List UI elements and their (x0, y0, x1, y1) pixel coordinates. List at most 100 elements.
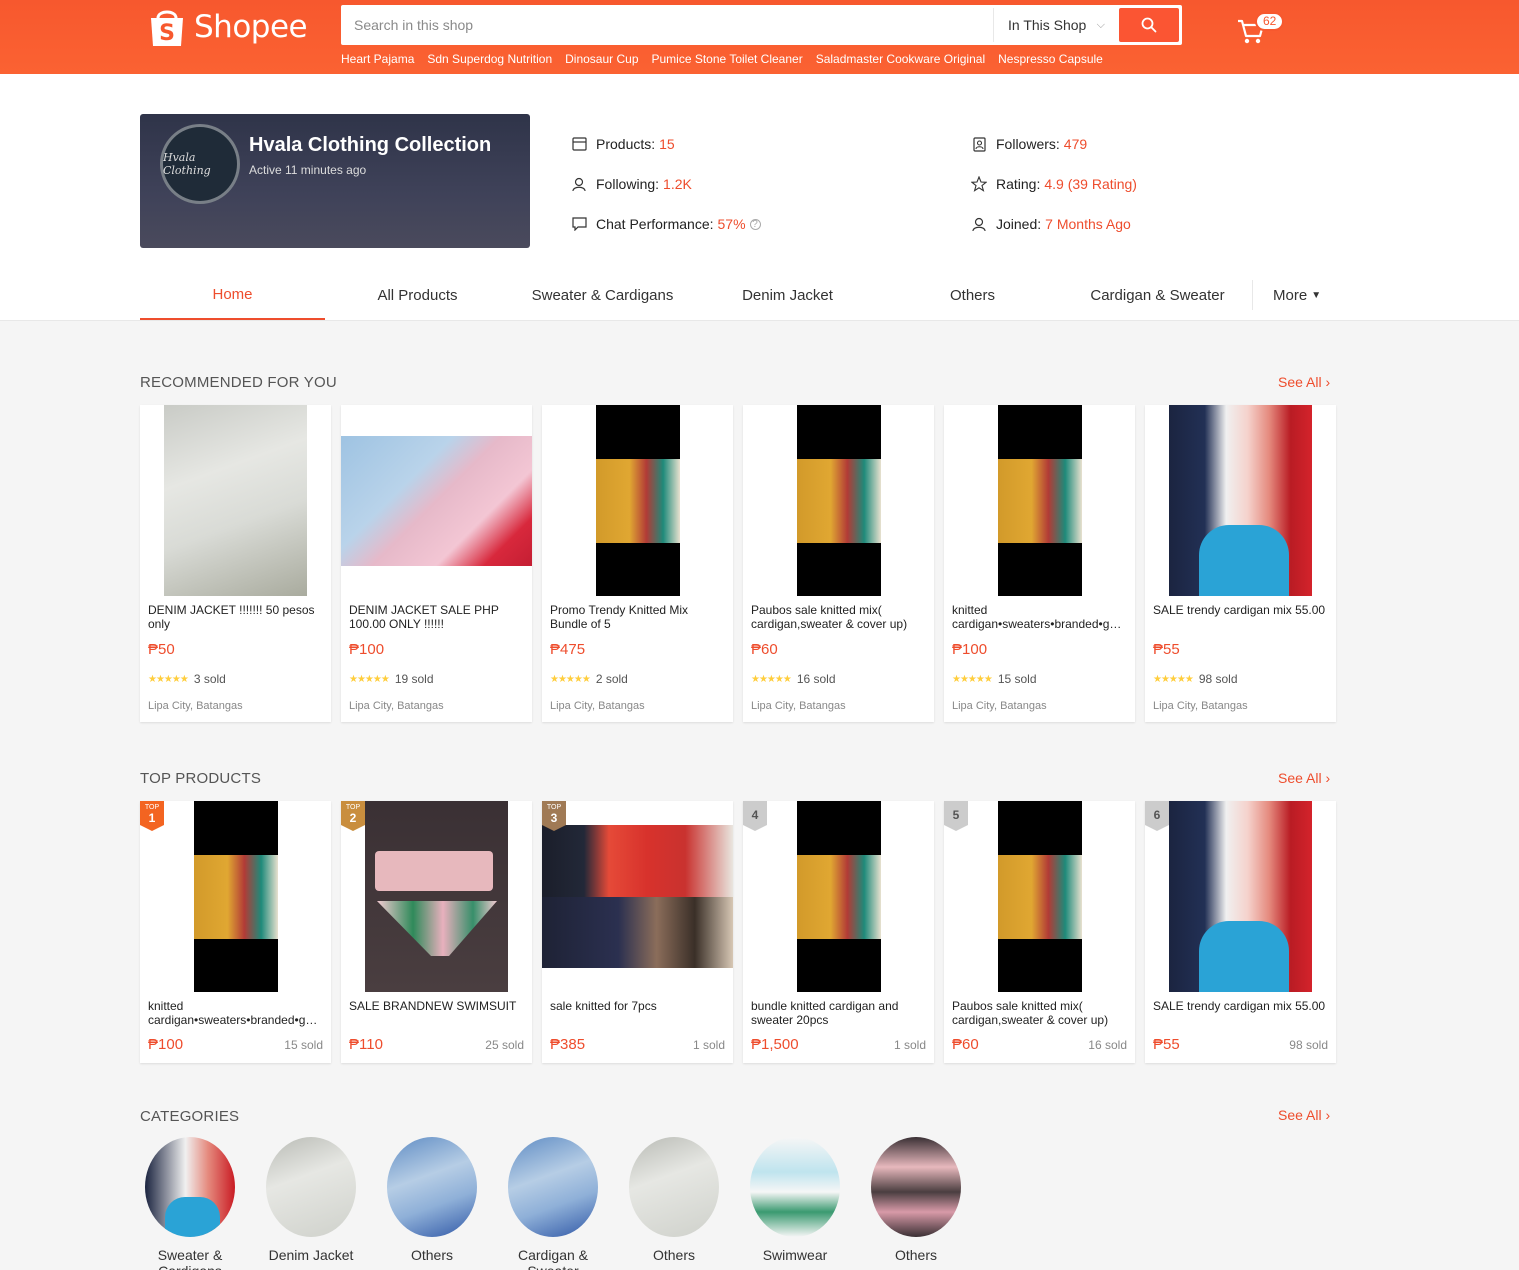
product-price: ₱100 (148, 1036, 184, 1053)
followers-count: 479 (1063, 136, 1088, 152)
followers-icon (970, 135, 988, 153)
product-sold: 98 sold (1289, 1038, 1328, 1052)
shop-banner-card[interactable]: Hvala Clothing Hvala Clothing Collection… (140, 114, 530, 248)
product-name: Promo Trendy Knitted Mix Bundle of 5 (550, 603, 689, 631)
product-card[interactable]: DENIM JACKET SALE PHP 100.00 ONLY !!!!!!… (341, 405, 532, 722)
top-product-card[interactable]: TOP 1 knitted cardigan•sweaters•branded•g… (140, 801, 331, 1063)
product-price: ₱110 (349, 1036, 383, 1053)
stat-following: Following: 1.2K (570, 175, 692, 193)
tab-sweater-cardigans[interactable]: Sweater & Cardigans (510, 270, 695, 320)
rating-value: 4.9 (39 Rating) (1044, 176, 1137, 192)
rating-stars-icon: ★★★★★ (952, 673, 993, 685)
product-card[interactable]: Paubos sale knitted mix( cardigan,sweate… (743, 405, 934, 722)
product-name: sale knitted for 7pcs (550, 999, 657, 1013)
joined-value: 7 Months Ago (1045, 216, 1131, 232)
keyword-link[interactable]: Saladmaster Cookware Original (816, 52, 985, 66)
category-item[interactable]: Others (629, 1137, 719, 1270)
product-rating: ★★★★★ 3 sold (140, 672, 331, 686)
tab-more-dropdown[interactable]: More ▼ (1252, 280, 1321, 310)
rating-stars-icon: ★★★★★ (349, 673, 390, 685)
product-image (743, 405, 934, 596)
search-bar: In This Shop ⌵ (341, 5, 1182, 45)
recommended-section-title: RECOMMENDED FOR YOU (140, 374, 337, 391)
product-card[interactable]: DENIM JACKET !!!!!!! 50 pesos only ₱50 ★… (140, 405, 331, 722)
product-location: Lipa City, Batangas (349, 700, 444, 712)
keyword-link[interactable]: Sdn Superdog Nutrition (427, 52, 552, 66)
top-product-card[interactable]: TOP 2 SALE BRANDNEW SWIMSUIT ₱110 25 sold (341, 801, 532, 1063)
store-icon (570, 135, 588, 153)
chat-icon (570, 215, 588, 233)
product-name: Paubos sale knitted mix( cardigan,sweate… (952, 999, 1109, 1027)
product-price: ₱100 (952, 641, 988, 658)
product-sold: 16 sold (1088, 1038, 1127, 1052)
product-name: Paubos sale knitted mix( cardigan,sweate… (751, 603, 908, 631)
category-item[interactable]: Denim Jacket (266, 1137, 356, 1270)
top-product-card[interactable]: TOP 3 sale knitted for 7pcs ₱385 1 sold (542, 801, 733, 1063)
category-label: Cardigan & Sweater (517, 1247, 589, 1270)
category-item[interactable]: Sweater & Cardigans (145, 1137, 235, 1270)
keyword-link[interactable]: Pumice Stone Toilet Cleaner (652, 52, 803, 66)
product-image (1145, 801, 1336, 992)
top-product-card[interactable]: 5 Paubos sale knitted mix( cardigan,swea… (944, 801, 1135, 1063)
top-product-card[interactable]: 6 SALE trendy cardigan mix 55.00 ₱55 98 s… (1145, 801, 1336, 1063)
product-name: knitted cardigan•sweaters•branded•good q… (952, 603, 1130, 631)
shop-info-panel: Hvala Clothing Hvala Clothing Collection… (0, 74, 1519, 321)
search-input[interactable] (344, 8, 993, 42)
recommended-see-all-link[interactable]: See All › (1278, 374, 1330, 390)
product-price: ₱385 (550, 1036, 586, 1053)
tab-home[interactable]: Home (140, 270, 325, 320)
tab-denim-jacket[interactable]: Denim Jacket (695, 270, 880, 320)
product-card[interactable]: SALE trendy cardigan mix 55.00 ₱55 ★★★★★… (1145, 405, 1336, 722)
rating-stars-icon: ★★★★★ (550, 673, 591, 685)
top-products-see-all-link[interactable]: See All › (1278, 770, 1330, 786)
help-icon[interactable]: ? (749, 218, 761, 230)
product-name: knitted cardigan•sweaters•branded•good q… (148, 999, 326, 1027)
search-scope-dropdown[interactable]: In This Shop ⌵ (993, 8, 1119, 42)
chat-performance-value: 57% (717, 216, 746, 232)
shopping-bag-icon: S (151, 10, 183, 46)
keyword-link[interactable]: Heart Pajama (341, 52, 414, 66)
product-image (944, 801, 1135, 992)
product-price: ₱55 (1153, 1036, 1180, 1053)
tab-all-products[interactable]: All Products (325, 270, 510, 320)
top-header: S Shopee In This Shop ⌵ Heart Pajama Sdn… (0, 0, 1519, 74)
category-item[interactable]: Others (871, 1137, 961, 1270)
stat-rating: Rating: 4.9 (39 Rating) (970, 175, 1137, 193)
tab-others[interactable]: Others (880, 270, 1065, 320)
product-location: Lipa City, Batangas (550, 700, 645, 712)
product-name: DENIM JACKET !!!!!!! 50 pesos only (148, 603, 315, 631)
logo-text: Shopee (194, 9, 308, 45)
product-rating: ★★★★★ 15 sold (944, 672, 1135, 686)
product-price: ₱55 (1153, 641, 1180, 658)
search-icon (1141, 17, 1157, 33)
top-product-card[interactable]: 4 bundle knitted cardigan and sweater 20… (743, 801, 934, 1063)
rank-badge: 4 (743, 801, 767, 831)
search-button[interactable] (1119, 8, 1179, 42)
product-image (341, 801, 532, 992)
trending-keywords: Heart Pajama Sdn Superdog Nutrition Dino… (341, 52, 1103, 66)
rating-stars-icon: ★★★★★ (148, 673, 189, 685)
product-sold: 98 sold (1198, 672, 1238, 686)
shop-avatar: Hvala Clothing (160, 124, 240, 204)
product-card[interactable]: Promo Trendy Knitted Mix Bundle of 5 ₱47… (542, 405, 733, 722)
product-rating: ★★★★★ 98 sold (1145, 672, 1336, 686)
category-item[interactable]: Others (387, 1137, 477, 1270)
shopee-logo[interactable]: S Shopee (148, 6, 308, 48)
rank-badge: 6 (1145, 801, 1169, 831)
category-item[interactable]: Cardigan & Sweater (508, 1137, 598, 1270)
product-card[interactable]: knitted cardigan•sweaters•branded•good q… (944, 405, 1135, 722)
category-item[interactable]: Swimwear (750, 1137, 840, 1270)
category-label: Others (652, 1247, 695, 1263)
product-price: ₱100 (349, 641, 385, 658)
caret-down-icon: ▼ (1311, 289, 1322, 301)
category-image (508, 1137, 598, 1237)
product-sold: 19 sold (394, 672, 434, 686)
product-name: SALE BRANDNEW SWIMSUIT (349, 999, 517, 1013)
categories-see-all-link[interactable]: See All › (1278, 1107, 1330, 1123)
product-sold: 2 sold (595, 672, 628, 686)
keyword-link[interactable]: Dinosaur Cup (565, 52, 638, 66)
product-image (341, 405, 532, 596)
tab-cardigan-sweater[interactable]: Cardigan & Sweater (1065, 270, 1250, 320)
keyword-link[interactable]: Nespresso Capsule (998, 52, 1103, 66)
top-product-list: TOP 1 knitted cardigan•sweaters•branded•g… (140, 801, 1336, 1063)
